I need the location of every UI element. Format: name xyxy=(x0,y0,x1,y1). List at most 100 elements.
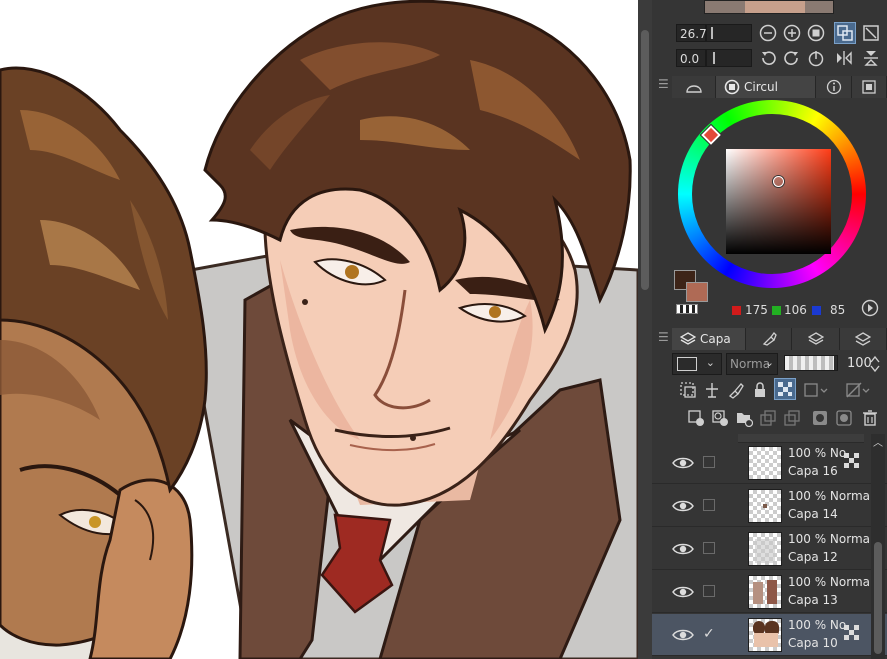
blue-value: 85 xyxy=(830,303,846,317)
canvas-vertical-scrollbar[interactable] xyxy=(638,0,652,659)
layer-name[interactable]: Capa 14 xyxy=(788,507,838,521)
sub-color-swatch[interactable] xyxy=(686,282,708,302)
red-indicator xyxy=(732,306,741,315)
drawing-canvas[interactable] xyxy=(0,0,638,659)
reset-rotation-icon[interactable] xyxy=(806,48,826,68)
opacity-slider[interactable] xyxy=(784,355,838,371)
opacity-stepper-icon[interactable] xyxy=(868,353,882,375)
layer-name[interactable]: Capa 10 xyxy=(788,636,838,650)
tab-layer-search[interactable] xyxy=(792,328,840,350)
clip-to-lower-layer-icon[interactable] xyxy=(678,380,698,400)
zoom-slider[interactable] xyxy=(706,24,752,42)
layer-list[interactable]: 100 % No Capa 16 100 % Normal Capa 14 10… xyxy=(652,434,887,659)
right-panel: 26.7 0.0 ☰ Circul 175 106 85 ☰ Capa ⌄ No… xyxy=(652,0,887,659)
zoom-field[interactable]: 26.7 xyxy=(676,24,707,42)
eye-icon[interactable] xyxy=(672,498,694,514)
tab-layer-property[interactable] xyxy=(746,328,792,350)
lock-icon[interactable] xyxy=(750,380,770,400)
tab-animation[interactable] xyxy=(840,328,887,350)
transfer-to-lower-layer-icon[interactable] xyxy=(758,408,778,428)
new-vector-layer-icon[interactable] xyxy=(710,408,730,428)
zoom-in-icon[interactable] xyxy=(782,23,802,43)
layer-panel-grip-icon[interactable]: ☰ xyxy=(658,330,669,344)
tab-color-wheel[interactable]: Circul xyxy=(716,76,816,98)
layer-tab-label: Capa xyxy=(700,332,731,346)
lock-transparent-pixels-icon[interactable] xyxy=(774,378,796,400)
layer-name[interactable]: Capa 16 xyxy=(788,464,838,478)
info-icon xyxy=(826,79,841,95)
navigator-preview[interactable] xyxy=(704,0,834,14)
green-indicator xyxy=(772,306,781,315)
layer-row[interactable]: 100 % Normal Capa 13 xyxy=(652,571,887,613)
lock-transparency-badge-icon xyxy=(844,625,859,640)
green-value: 106 xyxy=(784,303,807,317)
tab-layer[interactable]: Capa xyxy=(672,328,746,350)
saturation-value-square[interactable] xyxy=(726,149,831,254)
lock-transparency-badge-icon xyxy=(844,453,859,468)
layer-row-selected[interactable]: ✓ 100 % No Capa 10 xyxy=(652,614,887,656)
layer-mask-icon[interactable] xyxy=(802,380,832,400)
reference-layer-icon[interactable] xyxy=(702,380,722,400)
brush-icon xyxy=(762,332,777,346)
layer-properties: 100 % No xyxy=(788,618,847,632)
flip-vertical-icon[interactable] xyxy=(861,48,881,68)
illustration xyxy=(0,0,638,659)
layer-properties: 100 % No xyxy=(788,446,847,460)
rotation-field[interactable]: 0.0 xyxy=(676,49,706,67)
layer-scrollbar-thumb[interactable] xyxy=(874,542,882,654)
layer-row[interactable]: 100 % Normal Capa 12 xyxy=(652,528,887,570)
layers-icon xyxy=(680,332,696,345)
fullscreen-icon[interactable] xyxy=(861,23,881,43)
tab-color-set[interactable] xyxy=(672,76,716,98)
layer-properties: 100 % Normal xyxy=(788,532,874,546)
new-folder-icon[interactable] xyxy=(734,408,754,428)
rotate-right-icon[interactable] xyxy=(782,48,802,68)
layer-thumbnail xyxy=(748,446,782,480)
fit-window-icon[interactable] xyxy=(834,22,856,44)
layer-select-checkbox[interactable] xyxy=(703,499,715,511)
eye-icon[interactable] xyxy=(672,584,694,600)
blend-mode-dropdown[interactable]: Norma ⌄ xyxy=(726,353,778,375)
draft-layer-icon[interactable] xyxy=(726,380,746,400)
layer-select-checkbox[interactable] xyxy=(703,585,715,597)
transparent-color-swatch[interactable] xyxy=(676,304,698,314)
layer-list-scrollbar[interactable]: ︿ xyxy=(871,434,885,659)
eye-icon[interactable] xyxy=(672,455,694,471)
rotate-left-icon[interactable] xyxy=(758,48,778,68)
apply-mask-icon[interactable] xyxy=(834,408,854,428)
eye-icon[interactable] xyxy=(672,541,694,557)
layer-select-checkbox[interactable] xyxy=(703,542,715,554)
layer-row[interactable]: 100 % Normal Capa 14 xyxy=(652,485,887,527)
animation-icon xyxy=(855,332,871,346)
layer-color-dropdown[interactable]: ⌄ xyxy=(672,353,722,375)
tab-color-history[interactable] xyxy=(852,76,887,98)
fit-stop-icon[interactable] xyxy=(806,23,826,43)
layer-name[interactable]: Capa 13 xyxy=(788,593,838,607)
ruler-icon[interactable] xyxy=(844,380,874,400)
eye-icon[interactable] xyxy=(672,627,694,643)
color-picker-marker[interactable] xyxy=(773,176,784,187)
color-mode-icon[interactable] xyxy=(860,298,880,318)
check-icon[interactable]: ✓ xyxy=(703,627,715,641)
layer-properties: 100 % Normal xyxy=(788,489,874,503)
layer-thumbnail xyxy=(748,532,782,566)
layer-name[interactable]: Capa 12 xyxy=(788,550,838,564)
scrollbar-thumb[interactable] xyxy=(641,30,649,290)
rotation-slider[interactable] xyxy=(706,49,752,67)
layer-search-icon xyxy=(807,332,824,345)
layer-row[interactable]: 100 % No Capa 16 xyxy=(652,442,887,484)
layer-select-checkbox[interactable] xyxy=(703,456,715,468)
red-value: 175 xyxy=(745,303,768,317)
delete-layer-icon[interactable] xyxy=(860,408,880,428)
chevron-down-icon: ⌄ xyxy=(705,356,715,369)
zoom-out-icon[interactable] xyxy=(758,23,778,43)
tab-color-info[interactable] xyxy=(816,76,852,98)
scroll-up-icon[interactable]: ︿ xyxy=(873,434,883,449)
create-mask-icon[interactable] xyxy=(810,408,830,428)
flip-horizontal-icon[interactable] xyxy=(834,48,854,68)
merge-down-icon[interactable] xyxy=(782,408,802,428)
panel-grip-icon[interactable]: ☰ xyxy=(658,77,669,91)
color-wheel-icon xyxy=(724,79,740,95)
color-tab-label: Circul xyxy=(744,80,778,94)
new-raster-layer-icon[interactable] xyxy=(686,408,706,428)
